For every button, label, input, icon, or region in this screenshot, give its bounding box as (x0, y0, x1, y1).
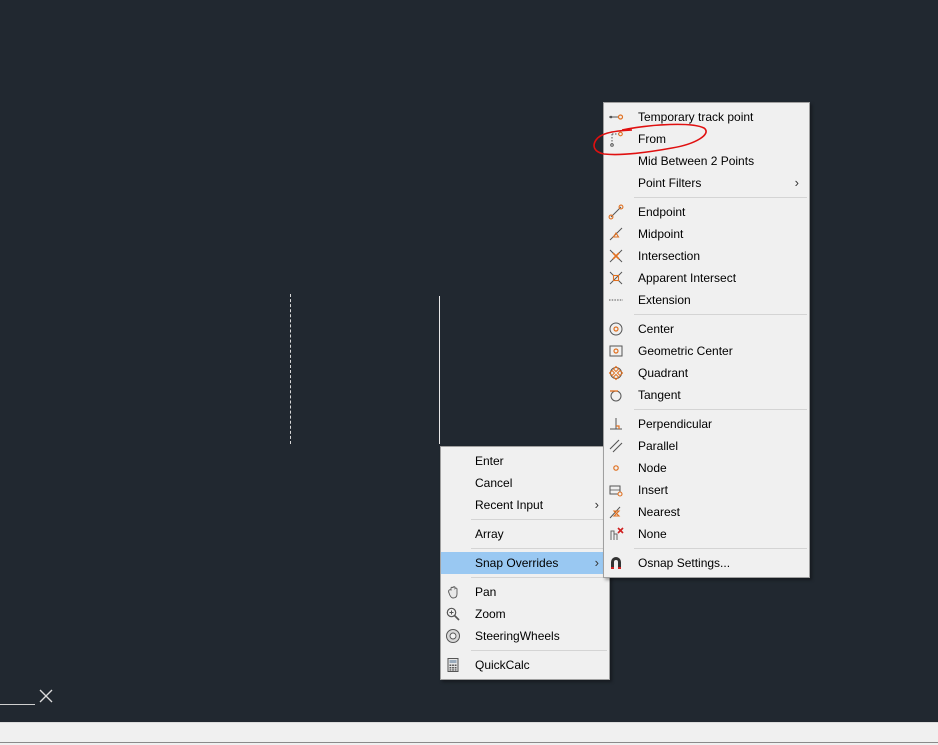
menu-item-steeringwheels[interactable]: SteeringWheels (441, 625, 609, 647)
center-icon (609, 322, 623, 336)
intersection-icon (609, 249, 623, 263)
chevron-right-icon: › (594, 555, 599, 570)
menu-item-label: Pan (475, 585, 497, 599)
menu-item-center[interactable]: Center (604, 318, 809, 340)
menu-item-enter[interactable]: Enter (441, 450, 609, 472)
midpoint-icon (609, 227, 623, 241)
geometric-center-icon (609, 345, 623, 357)
menu-item-label: None (638, 527, 667, 541)
menu-item-label: Perpendicular (638, 417, 713, 431)
none-snap-icon (610, 527, 624, 540)
menu-separator (471, 548, 607, 549)
menu-separator (471, 577, 607, 578)
menu-item-intersection[interactable]: Intersection (604, 245, 809, 267)
menu-item-insert[interactable]: Insert (604, 479, 809, 501)
menu-item-label: Endpoint (638, 205, 686, 219)
menu-item-label: Center (638, 322, 675, 336)
menu-item-label: Nearest (638, 505, 681, 519)
menu-separator (634, 409, 807, 410)
menu-separator (634, 314, 807, 315)
menu-item-snap-overrides[interactable]: Snap Overrides › (441, 552, 609, 574)
zoom-icon (446, 607, 460, 621)
menu-item-label: Apparent Intersect (638, 271, 737, 285)
menu-item-label: Node (638, 461, 667, 475)
menu-separator (634, 548, 807, 549)
menu-item-extension[interactable]: Extension (604, 289, 809, 311)
perpendicular-icon (610, 418, 622, 430)
menu-item-none[interactable]: None (604, 523, 809, 545)
extension-icon (609, 299, 623, 301)
menu-item-label: Quadrant (638, 366, 689, 380)
menu-item-parallel[interactable]: Parallel (604, 435, 809, 457)
menu-item-label: Parallel (638, 439, 679, 453)
menu-item-label: Zoom (475, 607, 506, 621)
chevron-right-icon: › (794, 175, 799, 190)
menu-item-label: Insert (638, 483, 669, 497)
menu-item-label: Extension (638, 293, 691, 307)
menu-item-array[interactable]: Array (441, 523, 609, 545)
menu-separator (471, 650, 607, 651)
menu-item-geometric-center[interactable]: Geometric Center (604, 340, 809, 362)
menu-item-pan[interactable]: Pan (441, 581, 609, 603)
node-icon (613, 465, 619, 471)
menu-item-midpoint[interactable]: Midpoint (604, 223, 809, 245)
menu-item-label: Point Filters (638, 176, 702, 190)
menu-item-label: Tangent (638, 388, 681, 402)
menu-item-osnap-settings[interactable]: Osnap Settings... (604, 552, 809, 574)
menu-item-node[interactable]: Node (604, 457, 809, 479)
quadrant-icon (608, 365, 624, 381)
menu-item-quadrant[interactable]: Quadrant (604, 362, 809, 384)
calculator-icon (447, 658, 459, 672)
endpoint-icon (608, 204, 624, 220)
menu-item-quickcalc[interactable]: QuickCalc (441, 654, 609, 676)
status-bar (0, 722, 938, 745)
magnet-icon (611, 557, 621, 569)
menu-item-label: QuickCalc (475, 658, 530, 672)
insert-icon (609, 485, 623, 497)
menu-item-label: Recent Input (475, 498, 544, 512)
dashed-line (290, 294, 291, 444)
menu-separator (471, 519, 607, 520)
menu-item-label: Geometric Center (638, 344, 733, 358)
menu-item-label: Cancel (475, 476, 513, 490)
menu-item-point-filters[interactable]: Point Filters › (604, 172, 809, 194)
menu-item-cancel[interactable]: Cancel (441, 472, 609, 494)
chevron-right-icon: › (594, 497, 599, 512)
menu-item-tangent[interactable]: Tangent (604, 384, 809, 406)
menu-item-recent-input[interactable]: Recent Input › (441, 494, 609, 516)
apparent-intersect-icon (609, 271, 623, 285)
parallel-icon (609, 439, 623, 453)
menu-item-label: SteeringWheels (475, 629, 560, 643)
pan-hand-icon (448, 586, 458, 599)
menu-item-label: Snap Overrides (475, 556, 559, 570)
menu-item-label: Midpoint (638, 227, 684, 241)
ucs-icon (39, 689, 53, 703)
menu-item-label: Osnap Settings... (638, 556, 731, 570)
solid-line (439, 296, 440, 444)
menu-item-nearest[interactable]: Nearest (604, 501, 809, 523)
steering-wheel-icon (446, 629, 460, 643)
context-menu: Enter Cancel Recent Input › Array Snap Ov… (440, 446, 610, 680)
menu-item-label: Array (475, 527, 504, 541)
menu-item-perpendicular[interactable]: Perpendicular (604, 413, 809, 435)
menu-item-apparent-intersect[interactable]: Apparent Intersect (604, 267, 809, 289)
tangent-icon (610, 390, 622, 402)
menu-item-label: Intersection (638, 249, 701, 263)
menu-separator (634, 197, 807, 198)
snap-overrides-menu: Temporary track point From Mid Between 2… (603, 102, 810, 578)
menu-item-endpoint[interactable]: Endpoint (604, 201, 809, 223)
menu-item-label: Enter (475, 454, 504, 468)
nearest-icon (609, 506, 621, 519)
ucs-axis-line (0, 704, 35, 705)
menu-item-zoom[interactable]: Zoom (441, 603, 609, 625)
red-annotation-circle (593, 123, 707, 156)
